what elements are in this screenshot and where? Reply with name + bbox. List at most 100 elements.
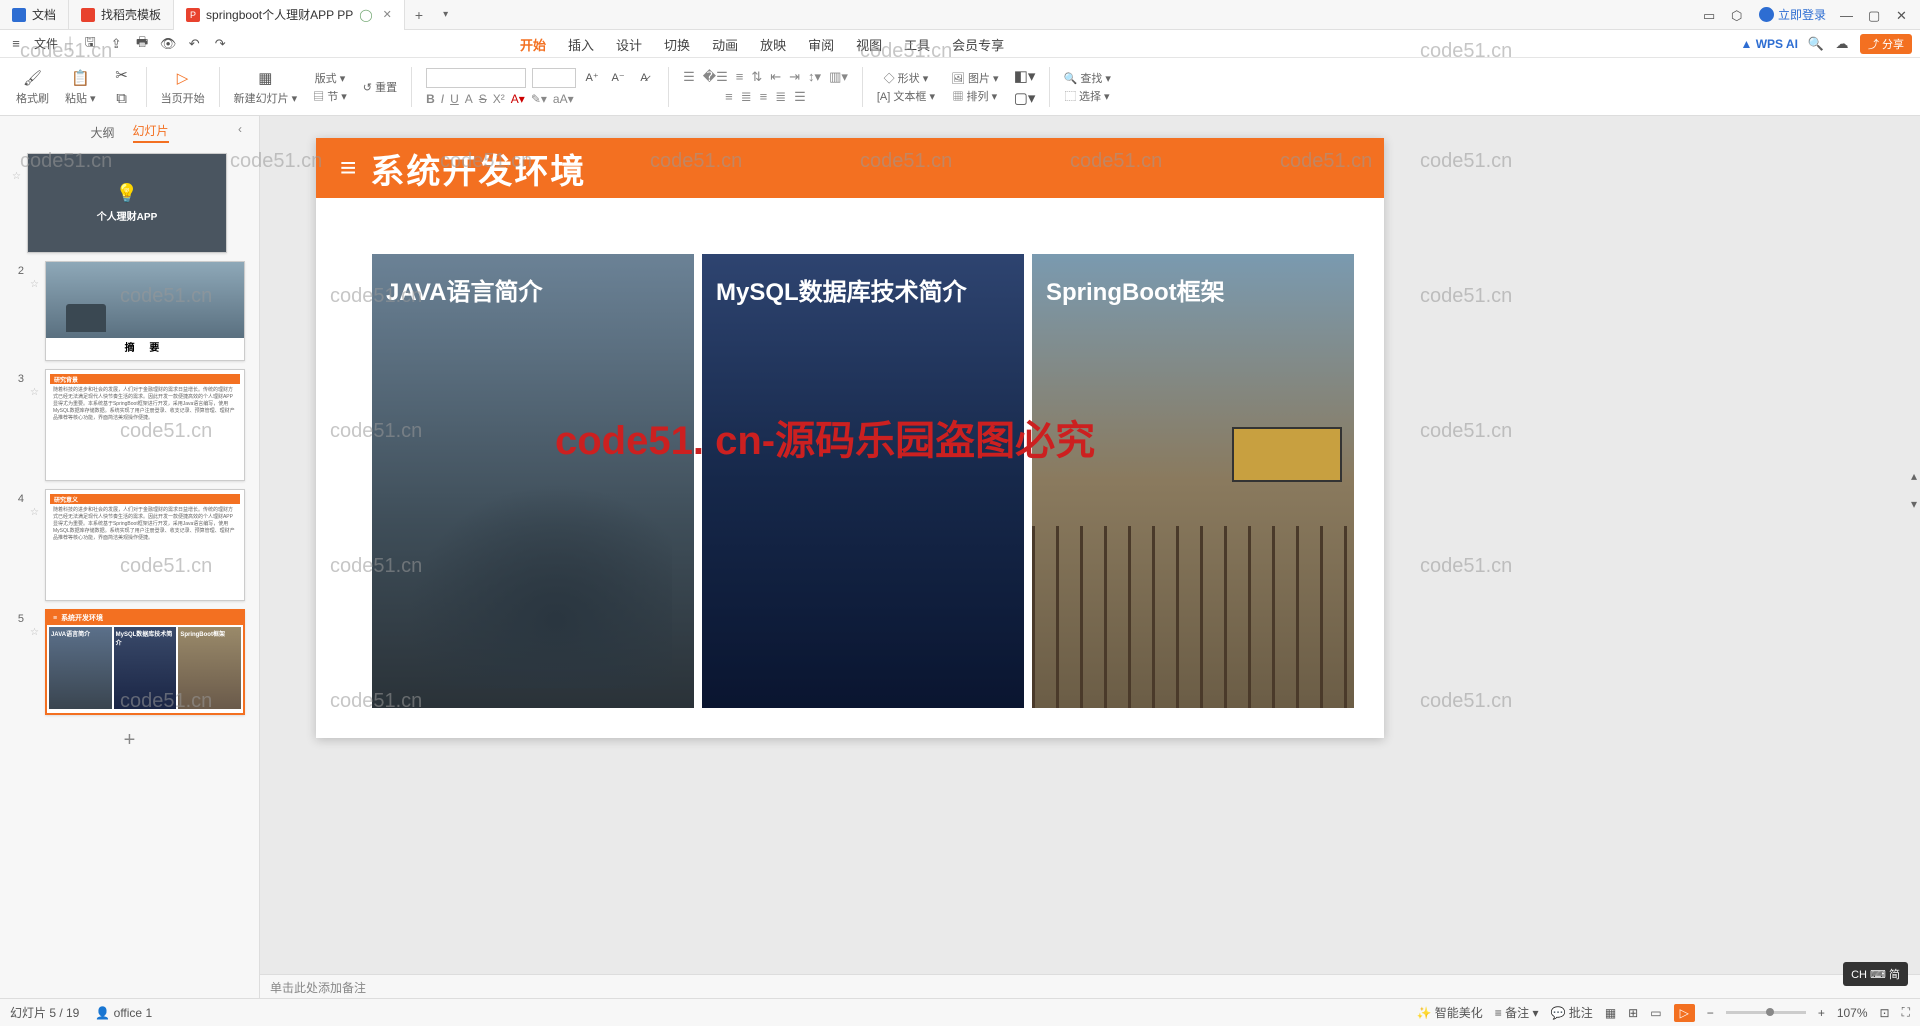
font-size-select[interactable] [532,68,576,88]
align-j-icon[interactable]: ≣ [775,89,786,105]
new-slide-button[interactable]: ▦新建幻灯片 ▾ [228,63,304,111]
zoom-out-icon[interactable]: − [1707,1006,1714,1020]
align-r-icon[interactable]: ≡ [760,89,768,104]
text-direction-icon[interactable]: ↕▾ [808,69,821,85]
bold-icon[interactable]: B [426,92,435,106]
slides-tab[interactable]: 幻灯片 [133,122,169,143]
superscript-icon[interactable]: X² [493,92,505,106]
play-from-current-button[interactable]: ▷当页开始 [155,63,211,111]
strike-icon[interactable]: A [465,92,473,106]
distribute-icon[interactable]: ☰ [794,89,806,105]
cloud-icon[interactable]: ☁ [1834,36,1850,52]
change-case-icon[interactable]: aA▾ [553,92,574,106]
slide-thumb-2[interactable]: 摘 要 [45,261,245,361]
tab-vip[interactable]: 会员专享 [952,35,1004,54]
tab-templates[interactable]: 找稻壳模板 [69,0,174,30]
tab-design[interactable]: 设计 [616,35,642,54]
tab-slideshow[interactable]: 放映 [760,35,786,54]
paste-button[interactable]: 📋粘贴 ▾ [59,63,102,111]
format-painter-button[interactable]: 🖌格式刷 [10,63,55,111]
select-button[interactable]: ⬚ 选择 ▾ [1065,88,1110,104]
slide-thumb-1[interactable]: 💡个人理财APP [27,153,227,253]
layout-button[interactable]: 版式 ▾ [315,70,346,86]
close-button[interactable]: ✕ [1896,8,1910,22]
slide-thumb-4[interactable]: 研究意义随着科技的进步和社会的发展，人们对于金融理财的需求日益增长。传统的理财方… [45,489,245,601]
expand-icon[interactable]: ⛶ [1902,1005,1910,1020]
underline-icon[interactable]: U [450,92,459,106]
star-icon[interactable]: ☆ [12,153,21,182]
window-mode-icon[interactable]: ▭ [1703,8,1717,22]
star-icon[interactable]: ☆ [30,609,39,638]
tab-current-file[interactable]: Pspringboot个人理财APP PP◯✕ [174,0,405,30]
beautify-button[interactable]: ✨ 智能美化 [1417,1004,1483,1021]
align-l-icon[interactable]: ≡ [725,89,733,104]
arrange-button[interactable]: ▦ 排列 ▾ [952,88,997,104]
zoom-slider[interactable] [1726,1011,1806,1014]
picture-button[interactable]: 🖼 图片 ▾ [951,70,999,86]
tab-transition[interactable]: 切换 [664,35,690,54]
tab-home[interactable]: 开始 [520,35,546,54]
view-reading-icon[interactable]: ▭ [1650,1006,1661,1020]
outline-icon[interactable]: ▢▾ [1015,88,1035,108]
highlight-icon[interactable]: ✎▾ [531,92,547,106]
section-button[interactable]: ▤ 节 ▾ [313,88,347,104]
comments-toggle[interactable]: 💬 批注 [1551,1004,1593,1021]
font-family-select[interactable] [426,68,526,88]
slide-thumb-5[interactable]: ≡ 系统开发环境JAVA语言简介MySQL数据库技术简介SpringBoot框架 [45,609,245,715]
font-color-icon[interactable]: A▾ [511,92,525,106]
view-sorter-icon[interactable]: ⊞ [1628,1006,1638,1020]
zoom-in-icon[interactable]: + [1818,1006,1825,1020]
align-c-icon[interactable]: ≣ [741,89,752,105]
current-slide[interactable]: ≡ 系统开发环境 JAVA语言简介 MySQL数据库技术简介 SpringBoo… [316,138,1384,738]
bullets-icon[interactable]: ☰ [683,69,695,85]
copy-icon[interactable]: ⧉ [112,89,132,109]
add-slide-button[interactable]: + [12,723,247,758]
line-spacing-icon[interactable]: ⇅ [751,69,762,85]
vertical-scrollbar[interactable]: ▴▾ [1911,469,1917,511]
close-icon[interactable]: ✕ [383,8,392,21]
tab-animation[interactable]: 动画 [712,35,738,54]
tab-docs[interactable]: 文档 [0,0,69,30]
slide-thumb-3[interactable]: 研究背景随着科技的进步和社会的发展，人们对于金融理财的需求日益增长。传统的理财方… [45,369,245,481]
thumbnail-list[interactable]: ☆💡个人理财APP 2☆摘 要 3☆研究背景随着科技的进步和社会的发展，人们对于… [0,149,259,998]
wps-ai-button[interactable]: ▲ WPS AI [1740,37,1797,51]
view-normal-icon[interactable]: ▦ [1605,1006,1616,1020]
star-icon[interactable]: ☆ [30,489,39,518]
tab-review[interactable]: 审阅 [808,35,834,54]
share-button[interactable]: ⤴ 分享 [1860,34,1912,54]
file-menu[interactable]: 文件 [34,35,58,52]
textbox-button[interactable]: [A] 文本框 ▾ [877,88,935,104]
numbering-icon[interactable]: �☰ [703,69,728,85]
new-tab-button[interactable]: + [405,7,433,23]
tab-insert[interactable]: 插入 [568,35,594,54]
decrease-font-icon[interactable]: A⁻ [608,68,628,88]
login-button[interactable]: 立即登录 [1759,6,1826,23]
ime-indicator[interactable]: CH ⌨ 简 [1843,962,1908,986]
indent-inc-icon[interactable]: ⇥ [789,69,800,85]
cut-icon[interactable]: ✂ [112,65,132,85]
reset-button[interactable]: ↺ 重置 [363,79,397,95]
columns-icon[interactable]: ▥▾ [829,69,848,85]
notes-toggle[interactable]: ≡ 备注 ▾ [1495,1004,1539,1021]
star-icon[interactable]: ☆ [30,261,39,290]
undo-icon[interactable]: ↶ [186,36,202,52]
print-icon[interactable]: 🖶 [134,36,150,52]
minimize-button[interactable]: — [1840,8,1854,22]
view-slideshow-icon[interactable]: ▷ [1674,1004,1695,1022]
strikethrough-icon[interactable]: S [479,92,487,106]
tab-tools[interactable]: 工具 [904,35,930,54]
tab-menu-button[interactable]: ▾ [433,9,458,20]
star-icon[interactable]: ☆ [30,369,39,398]
menu-icon[interactable]: ≡ [8,36,24,52]
indent-dec-icon[interactable]: ⇤ [770,69,781,85]
export-icon[interactable]: ⇪ [108,36,124,52]
slide-canvas[interactable]: ≡ 系统开发环境 JAVA语言简介 MySQL数据库技术简介 SpringBoo… [260,116,1920,998]
tab-view[interactable]: 视图 [856,35,882,54]
increase-font-icon[interactable]: A⁺ [582,68,602,88]
outline-tab[interactable]: 大纲 [90,124,114,141]
redo-icon[interactable]: ↷ [212,36,228,52]
zoom-value[interactable]: 107% [1837,1006,1868,1020]
clear-format-icon[interactable]: A̷ [634,68,654,88]
cube-icon[interactable]: ⬡ [1731,8,1745,22]
find-button[interactable]: 🔍 查找 ▾ [1064,70,1111,86]
